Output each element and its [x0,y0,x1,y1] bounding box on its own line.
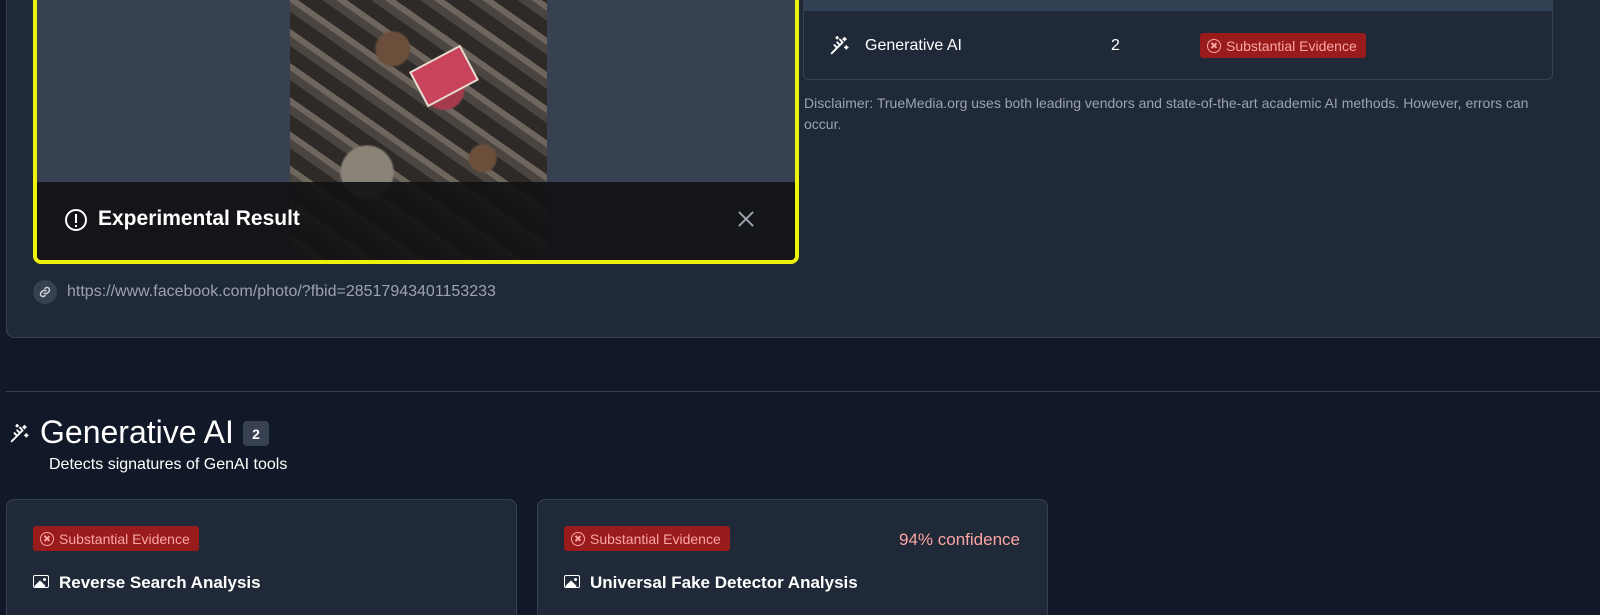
alert-circle-icon [65,209,87,231]
section-count-badge: 2 [243,421,269,446]
magic-wand-icon [830,35,849,55]
analysis-card-universal-fake-detector[interactable]: Substantial Evidence 94% confidence Univ… [537,499,1048,615]
page: Experimental Result https://www.facebook… [0,0,1600,615]
section-description: Detects signatures of GenAI tools [49,456,288,473]
card-verdict-badge: Substantial Evidence [33,526,199,551]
analysis-card-reverse-search[interactable]: Substantial Evidence Reverse Search Anal… [6,499,517,615]
magic-wand-icon [10,423,29,443]
media-preview: Experimental Result [33,0,799,264]
x-circle-icon [40,531,54,546]
summary-verdict-badge: Substantial Evidence [1200,33,1366,58]
verdict-label: Substantial Evidence [590,530,721,547]
source-url-link[interactable]: https://www.facebook.com/photo/?fbid=285… [67,283,496,301]
summary-category-count: 2 [1111,37,1120,54]
summary-table-header [804,0,1552,11]
summary-category-name: Generative AI [865,37,962,54]
photo-red-roof [409,44,479,108]
banner-title: Experimental Result [98,207,300,230]
analysis-summary-table: Generative AI 2 Substantial Evidence [803,0,1553,80]
x-circle-icon [571,531,585,546]
disclaimer-text: Disclaimer: TrueMedia.org uses both lead… [804,95,1529,132]
confidence-score: 94% confidence [899,530,1020,549]
card-verdict-badge: Substantial Evidence [564,526,730,551]
link-icon [33,280,57,304]
card-title: Reverse Search Analysis [59,573,261,592]
verdict-label: Substantial Evidence [59,530,190,547]
card-title: Universal Fake Detector Analysis [590,573,858,592]
image-icon [33,575,49,588]
summary-row-generative-ai[interactable]: Generative AI 2 Substantial Evidence [804,11,1552,79]
verdict-label: Substantial Evidence [1226,37,1357,54]
experimental-result-banner: Experimental Result [37,182,795,260]
x-circle-icon [1207,38,1221,53]
source-link-row: https://www.facebook.com/photo/?fbid=285… [33,280,496,304]
image-icon [564,575,580,588]
section-title: Generative AI [40,414,234,450]
close-icon[interactable] [735,208,757,230]
section-divider [6,391,1600,392]
